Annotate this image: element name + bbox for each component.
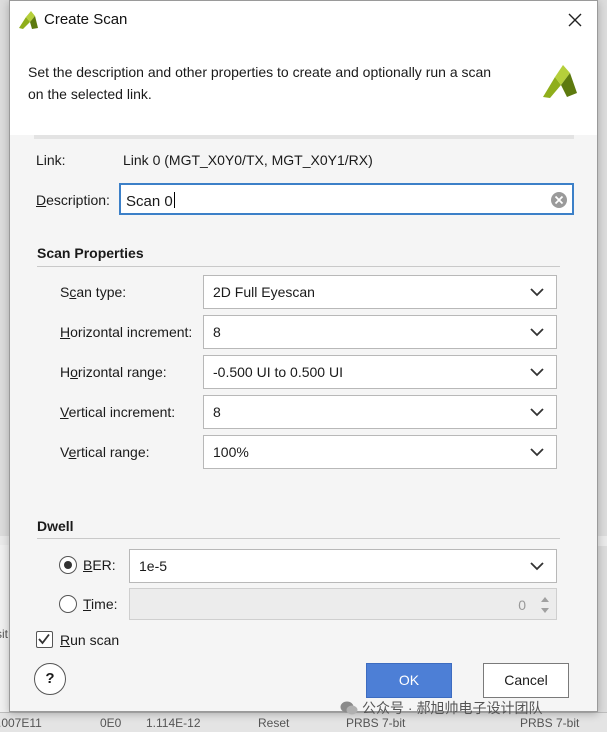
intro-text: Set the description and other properties… bbox=[28, 61, 528, 105]
run-scan-label: Run scan bbox=[60, 632, 120, 648]
scan-type-label: Scan type: bbox=[60, 284, 127, 300]
vertical-increment-label: Vertical increment: bbox=[60, 404, 176, 420]
background-cell: Reset bbox=[258, 716, 290, 730]
horizontal-range-label: Horizontal range: bbox=[60, 364, 167, 380]
scan-type-value: 2D Full Eyescan bbox=[213, 284, 315, 300]
ber-value: 1e-5 bbox=[139, 558, 168, 574]
label-text: escription: bbox=[46, 192, 110, 208]
spinner-up-icon[interactable] bbox=[541, 597, 549, 602]
ber-radio[interactable] bbox=[59, 556, 77, 574]
watermark-text: 公众号 · 郝旭帅电子设计团队 bbox=[362, 700, 543, 716]
horizontal-increment-select[interactable]: 8 bbox=[203, 315, 557, 349]
vivado-logo-icon bbox=[543, 65, 577, 98]
horizontal-increment-value: 8 bbox=[213, 324, 221, 340]
spinner-down-icon[interactable] bbox=[541, 608, 549, 613]
description-input[interactable]: Scan 0 bbox=[119, 183, 574, 215]
time-value: 0 bbox=[518, 597, 526, 613]
radio-selected-dot bbox=[63, 560, 72, 569]
vertical-range-select[interactable]: 100% bbox=[203, 435, 557, 469]
scan-properties-title: Scan Properties bbox=[37, 245, 144, 261]
text-caret bbox=[173, 192, 175, 208]
chevron-down-icon bbox=[530, 328, 544, 337]
mnemonic: D bbox=[36, 192, 47, 208]
help-button[interactable]: ? bbox=[34, 663, 66, 695]
vertical-increment-value: 8 bbox=[213, 404, 221, 420]
vivado-logo-icon bbox=[19, 11, 38, 29]
chevron-down-icon bbox=[530, 408, 544, 417]
time-label: Time: bbox=[83, 596, 118, 612]
background-cell: PRBS 7-bit bbox=[520, 716, 580, 730]
section-divider bbox=[37, 266, 560, 267]
create-scan-dialog: Create Scan Set the description and othe… bbox=[9, 0, 598, 712]
title-bar: Create Scan bbox=[10, 1, 597, 39]
background-cell: 0E0 bbox=[100, 716, 122, 730]
wechat-icon bbox=[340, 701, 358, 715]
horizontal-range-value: -0.500 UI to 0.500 UI bbox=[213, 364, 343, 380]
intro-line: Set the description and other properties… bbox=[28, 64, 492, 80]
chevron-down-icon bbox=[530, 288, 544, 297]
horizontal-increment-label: Horizontal increment: bbox=[60, 324, 193, 340]
ber-label: BER: bbox=[83, 557, 116, 573]
window-title: Create Scan bbox=[44, 11, 128, 28]
vertical-range-value: 100% bbox=[213, 444, 249, 460]
time-spinner[interactable]: 0 bbox=[129, 588, 557, 620]
ok-button[interactable]: OK bbox=[366, 663, 452, 698]
background-text: sit bbox=[0, 627, 8, 641]
background-cell: 1.114E-12 bbox=[146, 716, 201, 730]
vertical-range-label: Vertical range: bbox=[60, 444, 150, 460]
run-scan-checkbox[interactable] bbox=[36, 631, 53, 648]
header-area: Set the description and other properties… bbox=[10, 39, 597, 135]
description-label: Description: bbox=[36, 192, 110, 208]
close-button[interactable] bbox=[561, 7, 589, 33]
cancel-button[interactable]: Cancel bbox=[483, 663, 569, 698]
vertical-increment-select[interactable]: 8 bbox=[203, 395, 557, 429]
description-value: Scan 0 bbox=[126, 193, 173, 210]
close-icon bbox=[568, 13, 582, 27]
clear-icon[interactable] bbox=[550, 191, 568, 209]
scan-type-select[interactable]: 2D Full Eyescan bbox=[203, 275, 557, 309]
chevron-down-icon bbox=[530, 368, 544, 377]
horizontal-range-select[interactable]: -0.500 UI to 0.500 UI bbox=[203, 355, 557, 389]
intro-line: on the selected link. bbox=[28, 86, 152, 102]
section-divider bbox=[37, 538, 560, 539]
watermark: 公众号 · 郝旭帅电子设计团队 bbox=[340, 698, 542, 718]
time-radio[interactable] bbox=[59, 595, 77, 613]
background-cell: PRBS 7-bit bbox=[346, 716, 406, 730]
ber-select[interactable]: 1e-5 bbox=[129, 549, 557, 583]
checkmark-icon bbox=[38, 633, 50, 645]
link-value: Link 0 (MGT_X0Y0/TX, MGT_X0Y1/RX) bbox=[123, 152, 373, 168]
header-separator bbox=[34, 135, 574, 139]
dwell-title: Dwell bbox=[37, 518, 74, 534]
background-cell: .007E11 bbox=[0, 716, 42, 730]
chevron-down-icon bbox=[530, 562, 544, 571]
link-label: Link: bbox=[36, 152, 66, 168]
chevron-down-icon bbox=[530, 448, 544, 457]
